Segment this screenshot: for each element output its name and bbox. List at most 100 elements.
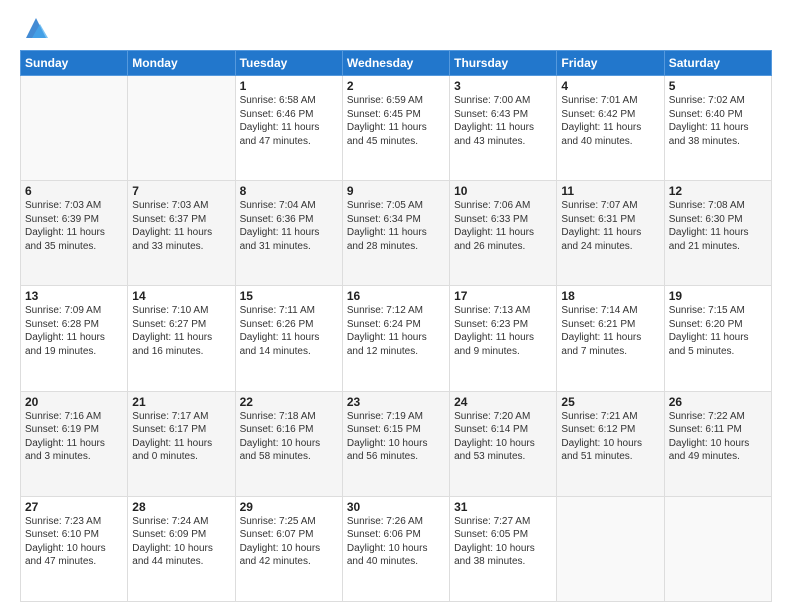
- calendar-cell: [128, 76, 235, 181]
- calendar-week-3: 13Sunrise: 7:09 AMSunset: 6:28 PMDayligh…: [21, 286, 772, 391]
- day-number: 28: [132, 500, 230, 514]
- calendar-cell: 16Sunrise: 7:12 AMSunset: 6:24 PMDayligh…: [342, 286, 449, 391]
- calendar-week-4: 20Sunrise: 7:16 AMSunset: 6:19 PMDayligh…: [21, 391, 772, 496]
- calendar-cell: 21Sunrise: 7:17 AMSunset: 6:17 PMDayligh…: [128, 391, 235, 496]
- weekday-header-tuesday: Tuesday: [235, 51, 342, 76]
- weekday-header-wednesday: Wednesday: [342, 51, 449, 76]
- day-number: 18: [561, 289, 659, 303]
- day-number: 6: [25, 184, 123, 198]
- day-info: Sunrise: 7:21 AMSunset: 6:12 PMDaylight:…: [561, 410, 659, 464]
- day-info: Sunrise: 7:23 AMSunset: 6:10 PMDaylight:…: [25, 515, 123, 569]
- calendar-cell: 14Sunrise: 7:10 AMSunset: 6:27 PMDayligh…: [128, 286, 235, 391]
- calendar-cell: 6Sunrise: 7:03 AMSunset: 6:39 PMDaylight…: [21, 181, 128, 286]
- day-number: 22: [240, 395, 338, 409]
- day-number: 2: [347, 79, 445, 93]
- calendar-cell: 13Sunrise: 7:09 AMSunset: 6:28 PMDayligh…: [21, 286, 128, 391]
- weekday-header-row: SundayMondayTuesdayWednesdayThursdayFrid…: [21, 51, 772, 76]
- day-info: Sunrise: 7:27 AMSunset: 6:05 PMDaylight:…: [454, 515, 552, 569]
- calendar-cell: 29Sunrise: 7:25 AMSunset: 6:07 PMDayligh…: [235, 496, 342, 601]
- day-number: 24: [454, 395, 552, 409]
- day-info: Sunrise: 7:10 AMSunset: 6:27 PMDaylight:…: [132, 304, 230, 358]
- day-info: Sunrise: 7:05 AMSunset: 6:34 PMDaylight:…: [347, 199, 445, 253]
- day-number: 16: [347, 289, 445, 303]
- day-info: Sunrise: 7:03 AMSunset: 6:37 PMDaylight:…: [132, 199, 230, 253]
- calendar-cell: [664, 496, 771, 601]
- day-info: Sunrise: 7:04 AMSunset: 6:36 PMDaylight:…: [240, 199, 338, 253]
- logo: [20, 16, 50, 42]
- day-number: 12: [669, 184, 767, 198]
- calendar-cell: 15Sunrise: 7:11 AMSunset: 6:26 PMDayligh…: [235, 286, 342, 391]
- day-info: Sunrise: 7:19 AMSunset: 6:15 PMDaylight:…: [347, 410, 445, 464]
- day-info: Sunrise: 7:08 AMSunset: 6:30 PMDaylight:…: [669, 199, 767, 253]
- calendar-cell: 4Sunrise: 7:01 AMSunset: 6:42 PMDaylight…: [557, 76, 664, 181]
- day-number: 30: [347, 500, 445, 514]
- header: [20, 16, 772, 42]
- day-info: Sunrise: 7:15 AMSunset: 6:20 PMDaylight:…: [669, 304, 767, 358]
- day-info: Sunrise: 7:17 AMSunset: 6:17 PMDaylight:…: [132, 410, 230, 464]
- calendar-cell: 5Sunrise: 7:02 AMSunset: 6:40 PMDaylight…: [664, 76, 771, 181]
- day-info: Sunrise: 7:26 AMSunset: 6:06 PMDaylight:…: [347, 515, 445, 569]
- calendar-cell: 8Sunrise: 7:04 AMSunset: 6:36 PMDaylight…: [235, 181, 342, 286]
- day-info: Sunrise: 7:09 AMSunset: 6:28 PMDaylight:…: [25, 304, 123, 358]
- calendar-cell: 11Sunrise: 7:07 AMSunset: 6:31 PMDayligh…: [557, 181, 664, 286]
- calendar-cell: 19Sunrise: 7:15 AMSunset: 6:20 PMDayligh…: [664, 286, 771, 391]
- day-info: Sunrise: 7:24 AMSunset: 6:09 PMDaylight:…: [132, 515, 230, 569]
- calendar-cell: 26Sunrise: 7:22 AMSunset: 6:11 PMDayligh…: [664, 391, 771, 496]
- day-info: Sunrise: 6:59 AMSunset: 6:45 PMDaylight:…: [347, 94, 445, 148]
- calendar-week-5: 27Sunrise: 7:23 AMSunset: 6:10 PMDayligh…: [21, 496, 772, 601]
- calendar-cell: 10Sunrise: 7:06 AMSunset: 6:33 PMDayligh…: [450, 181, 557, 286]
- day-number: 29: [240, 500, 338, 514]
- day-number: 3: [454, 79, 552, 93]
- day-number: 17: [454, 289, 552, 303]
- calendar-cell: 18Sunrise: 7:14 AMSunset: 6:21 PMDayligh…: [557, 286, 664, 391]
- calendar-cell: 7Sunrise: 7:03 AMSunset: 6:37 PMDaylight…: [128, 181, 235, 286]
- day-number: 23: [347, 395, 445, 409]
- day-number: 27: [25, 500, 123, 514]
- calendar-cell: 25Sunrise: 7:21 AMSunset: 6:12 PMDayligh…: [557, 391, 664, 496]
- day-info: Sunrise: 7:22 AMSunset: 6:11 PMDaylight:…: [669, 410, 767, 464]
- day-number: 19: [669, 289, 767, 303]
- day-number: 5: [669, 79, 767, 93]
- day-number: 8: [240, 184, 338, 198]
- calendar-cell: 23Sunrise: 7:19 AMSunset: 6:15 PMDayligh…: [342, 391, 449, 496]
- calendar-week-1: 1Sunrise: 6:58 AMSunset: 6:46 PMDaylight…: [21, 76, 772, 181]
- day-info: Sunrise: 7:20 AMSunset: 6:14 PMDaylight:…: [454, 410, 552, 464]
- day-info: Sunrise: 7:00 AMSunset: 6:43 PMDaylight:…: [454, 94, 552, 148]
- calendar-cell: 2Sunrise: 6:59 AMSunset: 6:45 PMDaylight…: [342, 76, 449, 181]
- weekday-header-saturday: Saturday: [664, 51, 771, 76]
- calendar-cell: 22Sunrise: 7:18 AMSunset: 6:16 PMDayligh…: [235, 391, 342, 496]
- day-number: 7: [132, 184, 230, 198]
- day-number: 10: [454, 184, 552, 198]
- day-number: 20: [25, 395, 123, 409]
- calendar-cell: 27Sunrise: 7:23 AMSunset: 6:10 PMDayligh…: [21, 496, 128, 601]
- day-number: 9: [347, 184, 445, 198]
- day-info: Sunrise: 7:12 AMSunset: 6:24 PMDaylight:…: [347, 304, 445, 358]
- weekday-header-sunday: Sunday: [21, 51, 128, 76]
- day-info: Sunrise: 6:58 AMSunset: 6:46 PMDaylight:…: [240, 94, 338, 148]
- day-info: Sunrise: 7:01 AMSunset: 6:42 PMDaylight:…: [561, 94, 659, 148]
- calendar-table: SundayMondayTuesdayWednesdayThursdayFrid…: [20, 50, 772, 602]
- weekday-header-friday: Friday: [557, 51, 664, 76]
- day-info: Sunrise: 7:18 AMSunset: 6:16 PMDaylight:…: [240, 410, 338, 464]
- day-number: 4: [561, 79, 659, 93]
- day-info: Sunrise: 7:25 AMSunset: 6:07 PMDaylight:…: [240, 515, 338, 569]
- day-info: Sunrise: 7:03 AMSunset: 6:39 PMDaylight:…: [25, 199, 123, 253]
- day-number: 25: [561, 395, 659, 409]
- calendar-cell: 31Sunrise: 7:27 AMSunset: 6:05 PMDayligh…: [450, 496, 557, 601]
- calendar-cell: 1Sunrise: 6:58 AMSunset: 6:46 PMDaylight…: [235, 76, 342, 181]
- calendar-cell: 12Sunrise: 7:08 AMSunset: 6:30 PMDayligh…: [664, 181, 771, 286]
- calendar-cell: 28Sunrise: 7:24 AMSunset: 6:09 PMDayligh…: [128, 496, 235, 601]
- weekday-header-monday: Monday: [128, 51, 235, 76]
- weekday-header-thursday: Thursday: [450, 51, 557, 76]
- day-number: 11: [561, 184, 659, 198]
- calendar-cell: [557, 496, 664, 601]
- day-number: 21: [132, 395, 230, 409]
- day-number: 13: [25, 289, 123, 303]
- calendar-cell: [21, 76, 128, 181]
- calendar-cell: 20Sunrise: 7:16 AMSunset: 6:19 PMDayligh…: [21, 391, 128, 496]
- calendar-cell: 24Sunrise: 7:20 AMSunset: 6:14 PMDayligh…: [450, 391, 557, 496]
- day-number: 26: [669, 395, 767, 409]
- page: SundayMondayTuesdayWednesdayThursdayFrid…: [0, 0, 792, 612]
- day-number: 31: [454, 500, 552, 514]
- day-info: Sunrise: 7:06 AMSunset: 6:33 PMDaylight:…: [454, 199, 552, 253]
